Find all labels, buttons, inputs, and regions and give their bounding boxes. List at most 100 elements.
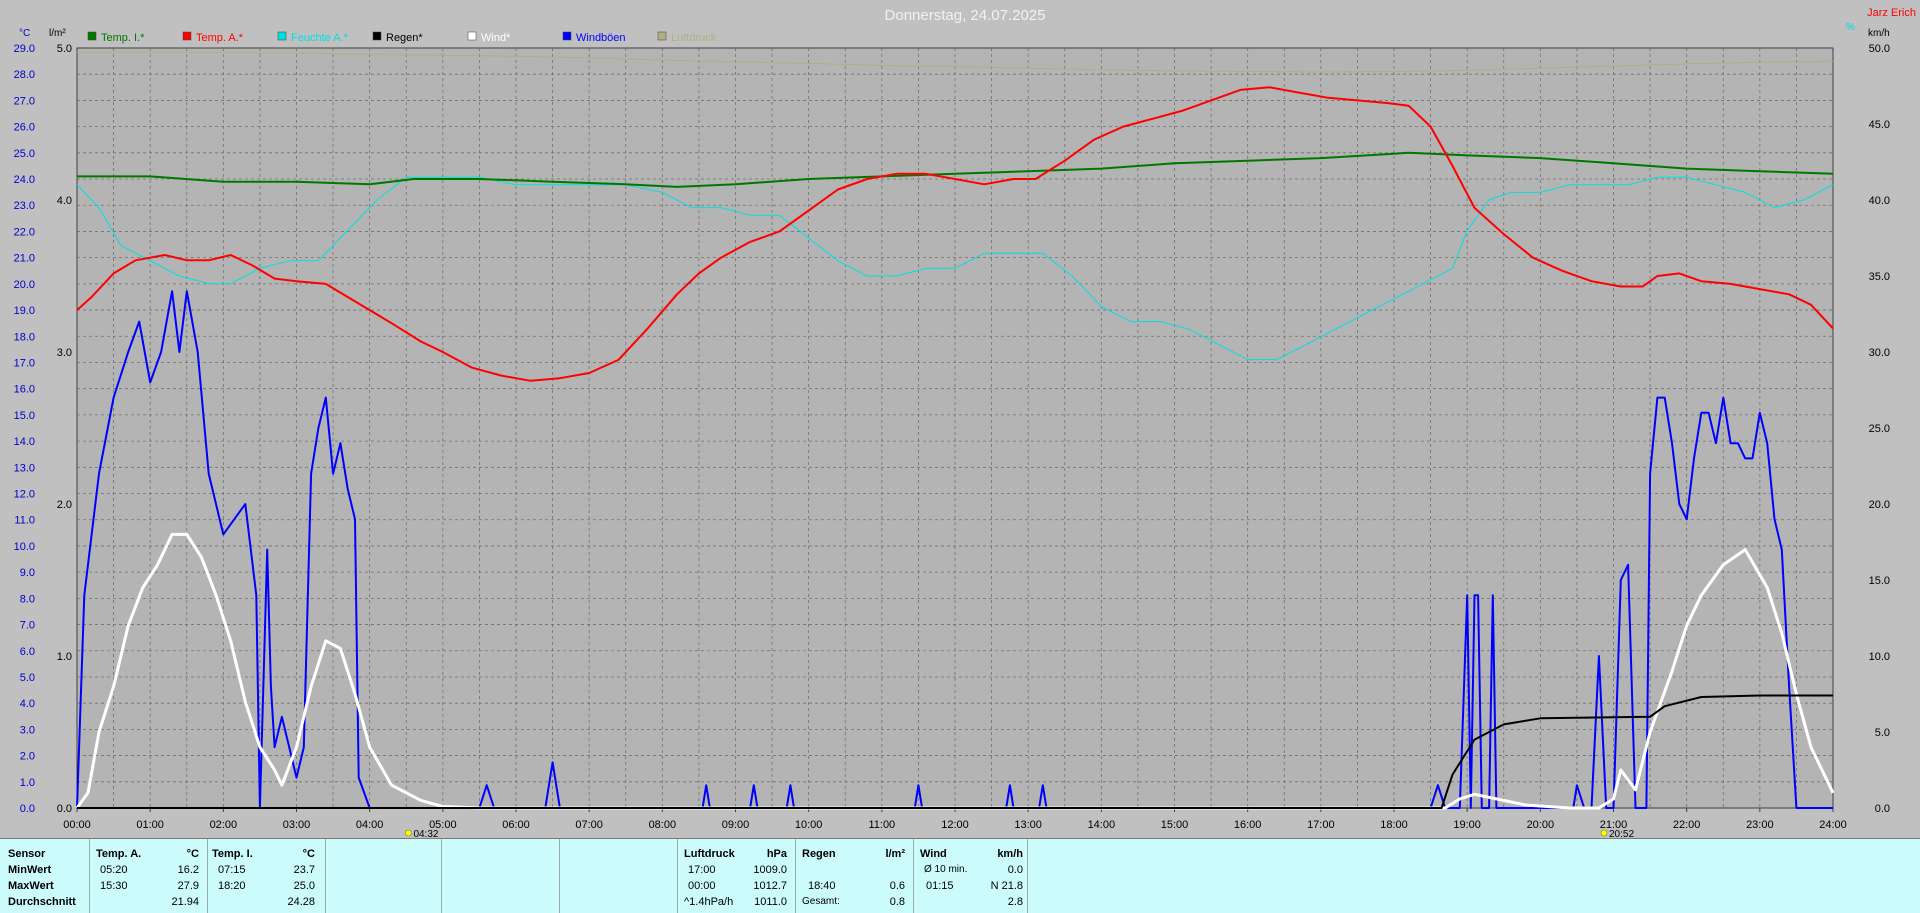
wind-tick-label: 25.0 xyxy=(1869,423,1890,435)
pressure-unit: hPa xyxy=(766,848,787,860)
x-tick-label: 15:00 xyxy=(1161,819,1189,831)
temp-tick-label: 19.0 xyxy=(14,305,35,317)
temp-a-min-time: 05:20 xyxy=(100,864,128,876)
temp-tick-label: 0.0 xyxy=(20,803,35,815)
temp-tick-label: 12.0 xyxy=(14,489,35,501)
x-tick-label: 13:00 xyxy=(1014,819,1042,831)
sun-marker-label: 20:52 xyxy=(1609,829,1634,838)
temp-tick-label: 5.0 xyxy=(20,672,35,684)
rain-tick-label: 4.0 xyxy=(57,195,72,207)
x-tick-label: 22:00 xyxy=(1673,819,1701,831)
temp-tick-label: 8.0 xyxy=(20,593,35,605)
legend-swatch xyxy=(372,31,382,41)
x-tick-label: 19:00 xyxy=(1453,819,1481,831)
rain-tick-label: 5.0 xyxy=(57,43,72,55)
temp-tick-label: 14.0 xyxy=(14,436,35,448)
temp-tick-label: 27.0 xyxy=(14,95,35,107)
temp-i-max-value: 25.0 xyxy=(293,880,315,892)
temp-tick-label: 17.0 xyxy=(14,357,35,369)
x-tick-label: 07:00 xyxy=(575,819,603,831)
legend-label: Windböen xyxy=(576,32,626,44)
x-tick-label: 09:00 xyxy=(722,819,750,831)
temp-tick-label: 18.0 xyxy=(14,331,35,343)
sun-marker-icon xyxy=(405,829,412,837)
pressure-min-time: 17:00 xyxy=(688,864,716,876)
legend-label: Wind* xyxy=(481,32,511,44)
x-tick-label: 03:00 xyxy=(283,819,311,831)
temp-a-avg-value: 21.94 xyxy=(171,896,199,908)
temp-a-column: Temp. A. °C 05:20 16.2 15:30 27.9 21.94 xyxy=(90,839,208,913)
temp-tick-label: 23.0 xyxy=(14,200,35,212)
wind-tick-label: 45.0 xyxy=(1869,119,1890,131)
temp-i-min-value: 23.7 xyxy=(293,864,315,876)
x-tick-label: 04:00 xyxy=(356,819,384,831)
wind-tick-label: 50.0 xyxy=(1869,43,1890,55)
weather-chart-area: Donnerstag, 24.07.2025 Jarz Erich °C l/m²% k… xyxy=(0,0,1920,838)
temp-tick-label: 10.0 xyxy=(14,541,35,553)
legend-swatch xyxy=(277,31,287,41)
temp-tick-label: 20.0 xyxy=(14,279,35,291)
wind-tick-label: 5.0 xyxy=(1875,727,1890,739)
wind-tick-label: 30.0 xyxy=(1869,347,1890,359)
x-tick-label: 20:00 xyxy=(1527,819,1555,831)
x-tick-label: 17:00 xyxy=(1307,819,1335,831)
pressure-min-value: 1009.0 xyxy=(753,864,787,876)
x-tick-label: 23:00 xyxy=(1746,819,1774,831)
temp-tick-label: 29.0 xyxy=(14,43,35,55)
rain-column: Regen l/m² 18:40 0.6 Gesamt: 0.8 xyxy=(796,839,914,913)
x-tick-label: 00:00 xyxy=(63,819,91,831)
statistics-table: Sensor MinWert MaxWert Durchschnitt Temp… xyxy=(0,838,1920,913)
wind-unit: km/h xyxy=(997,848,1023,860)
rain-max-time: 18:40 xyxy=(808,880,836,892)
wind-avg-value: 2.8 xyxy=(1007,896,1023,908)
legend-label: Luftdruck xyxy=(671,32,717,44)
legend-swatch xyxy=(87,31,97,41)
wind-tick-label: 40.0 xyxy=(1869,195,1890,207)
wind-tick-label: 0.0 xyxy=(1875,803,1890,815)
temp-tick-label: 1.0 xyxy=(20,777,35,789)
x-tick-label: 24:00 xyxy=(1819,819,1847,831)
temp-a-min-value: 16.2 xyxy=(177,864,199,876)
x-tick-label: 01:00 xyxy=(136,819,164,831)
sensor-column: Sensor MinWert MaxWert Durchschnitt xyxy=(0,839,90,913)
temp-i-header: Temp. I. xyxy=(212,848,253,860)
pressure-max-time: 00:00 xyxy=(688,880,716,892)
humidity-axis-unit: % xyxy=(1846,22,1855,33)
legend-swatch xyxy=(182,31,192,41)
legend-swatch xyxy=(657,31,667,41)
temp-i-max-time: 18:20 xyxy=(218,880,246,892)
temp-tick-label: 11.0 xyxy=(14,515,35,527)
empty-column-3 xyxy=(560,839,678,913)
pressure-trend: ^1.4hPa/h xyxy=(684,896,734,908)
wind-axis-unit: km/h xyxy=(1868,28,1890,39)
temp-tick-label: 4.0 xyxy=(20,698,35,710)
x-tick-label: 10:00 xyxy=(795,819,823,831)
weather-chart: Donnerstag, 24.07.2025 Jarz Erich °C l/m²% k… xyxy=(14,7,1916,838)
legend-label: Temp. I.* xyxy=(101,32,145,44)
rain-max-value: 0.6 xyxy=(889,880,905,892)
sun-marker-label: 04:32 xyxy=(413,829,438,838)
temp-a-unit: °C xyxy=(186,848,199,860)
temp-tick-label: 22.0 xyxy=(14,226,35,238)
chart-title: Donnerstag, 24.07.2025 xyxy=(885,7,1046,24)
rain-tick-label: 0.0 xyxy=(57,803,72,815)
x-tick-label: 02:00 xyxy=(210,819,238,831)
author-label: Jarz Erich xyxy=(1867,7,1916,19)
wind-tick-label: 35.0 xyxy=(1869,271,1890,283)
rain-total-label: Gesamt: xyxy=(802,896,840,907)
sun-marker-icon xyxy=(1600,829,1608,837)
wind-header: Wind xyxy=(920,848,947,860)
pressure-header: Luftdruck xyxy=(684,848,735,860)
legend-label: Temp. A.* xyxy=(196,32,244,44)
temp-i-column: Temp. I. °C 07:15 23.7 18:20 25.0 24.28 xyxy=(208,839,326,913)
row-label-max: MaxWert xyxy=(8,880,54,892)
pressure-column: Luftdruck hPa 17:00 1009.0 00:00 1012.7 … xyxy=(678,839,796,913)
temp-a-max-time: 15:30 xyxy=(100,880,128,892)
temp-axis-unit: °C xyxy=(19,28,30,39)
rain-header: Regen xyxy=(802,848,836,860)
sensor-header: Sensor xyxy=(8,848,46,860)
row-label-avg: Durchschnitt xyxy=(8,896,76,908)
temp-tick-label: 9.0 xyxy=(20,567,35,579)
temp-tick-label: 24.0 xyxy=(14,174,35,186)
temp-tick-label: 2.0 xyxy=(20,751,35,763)
